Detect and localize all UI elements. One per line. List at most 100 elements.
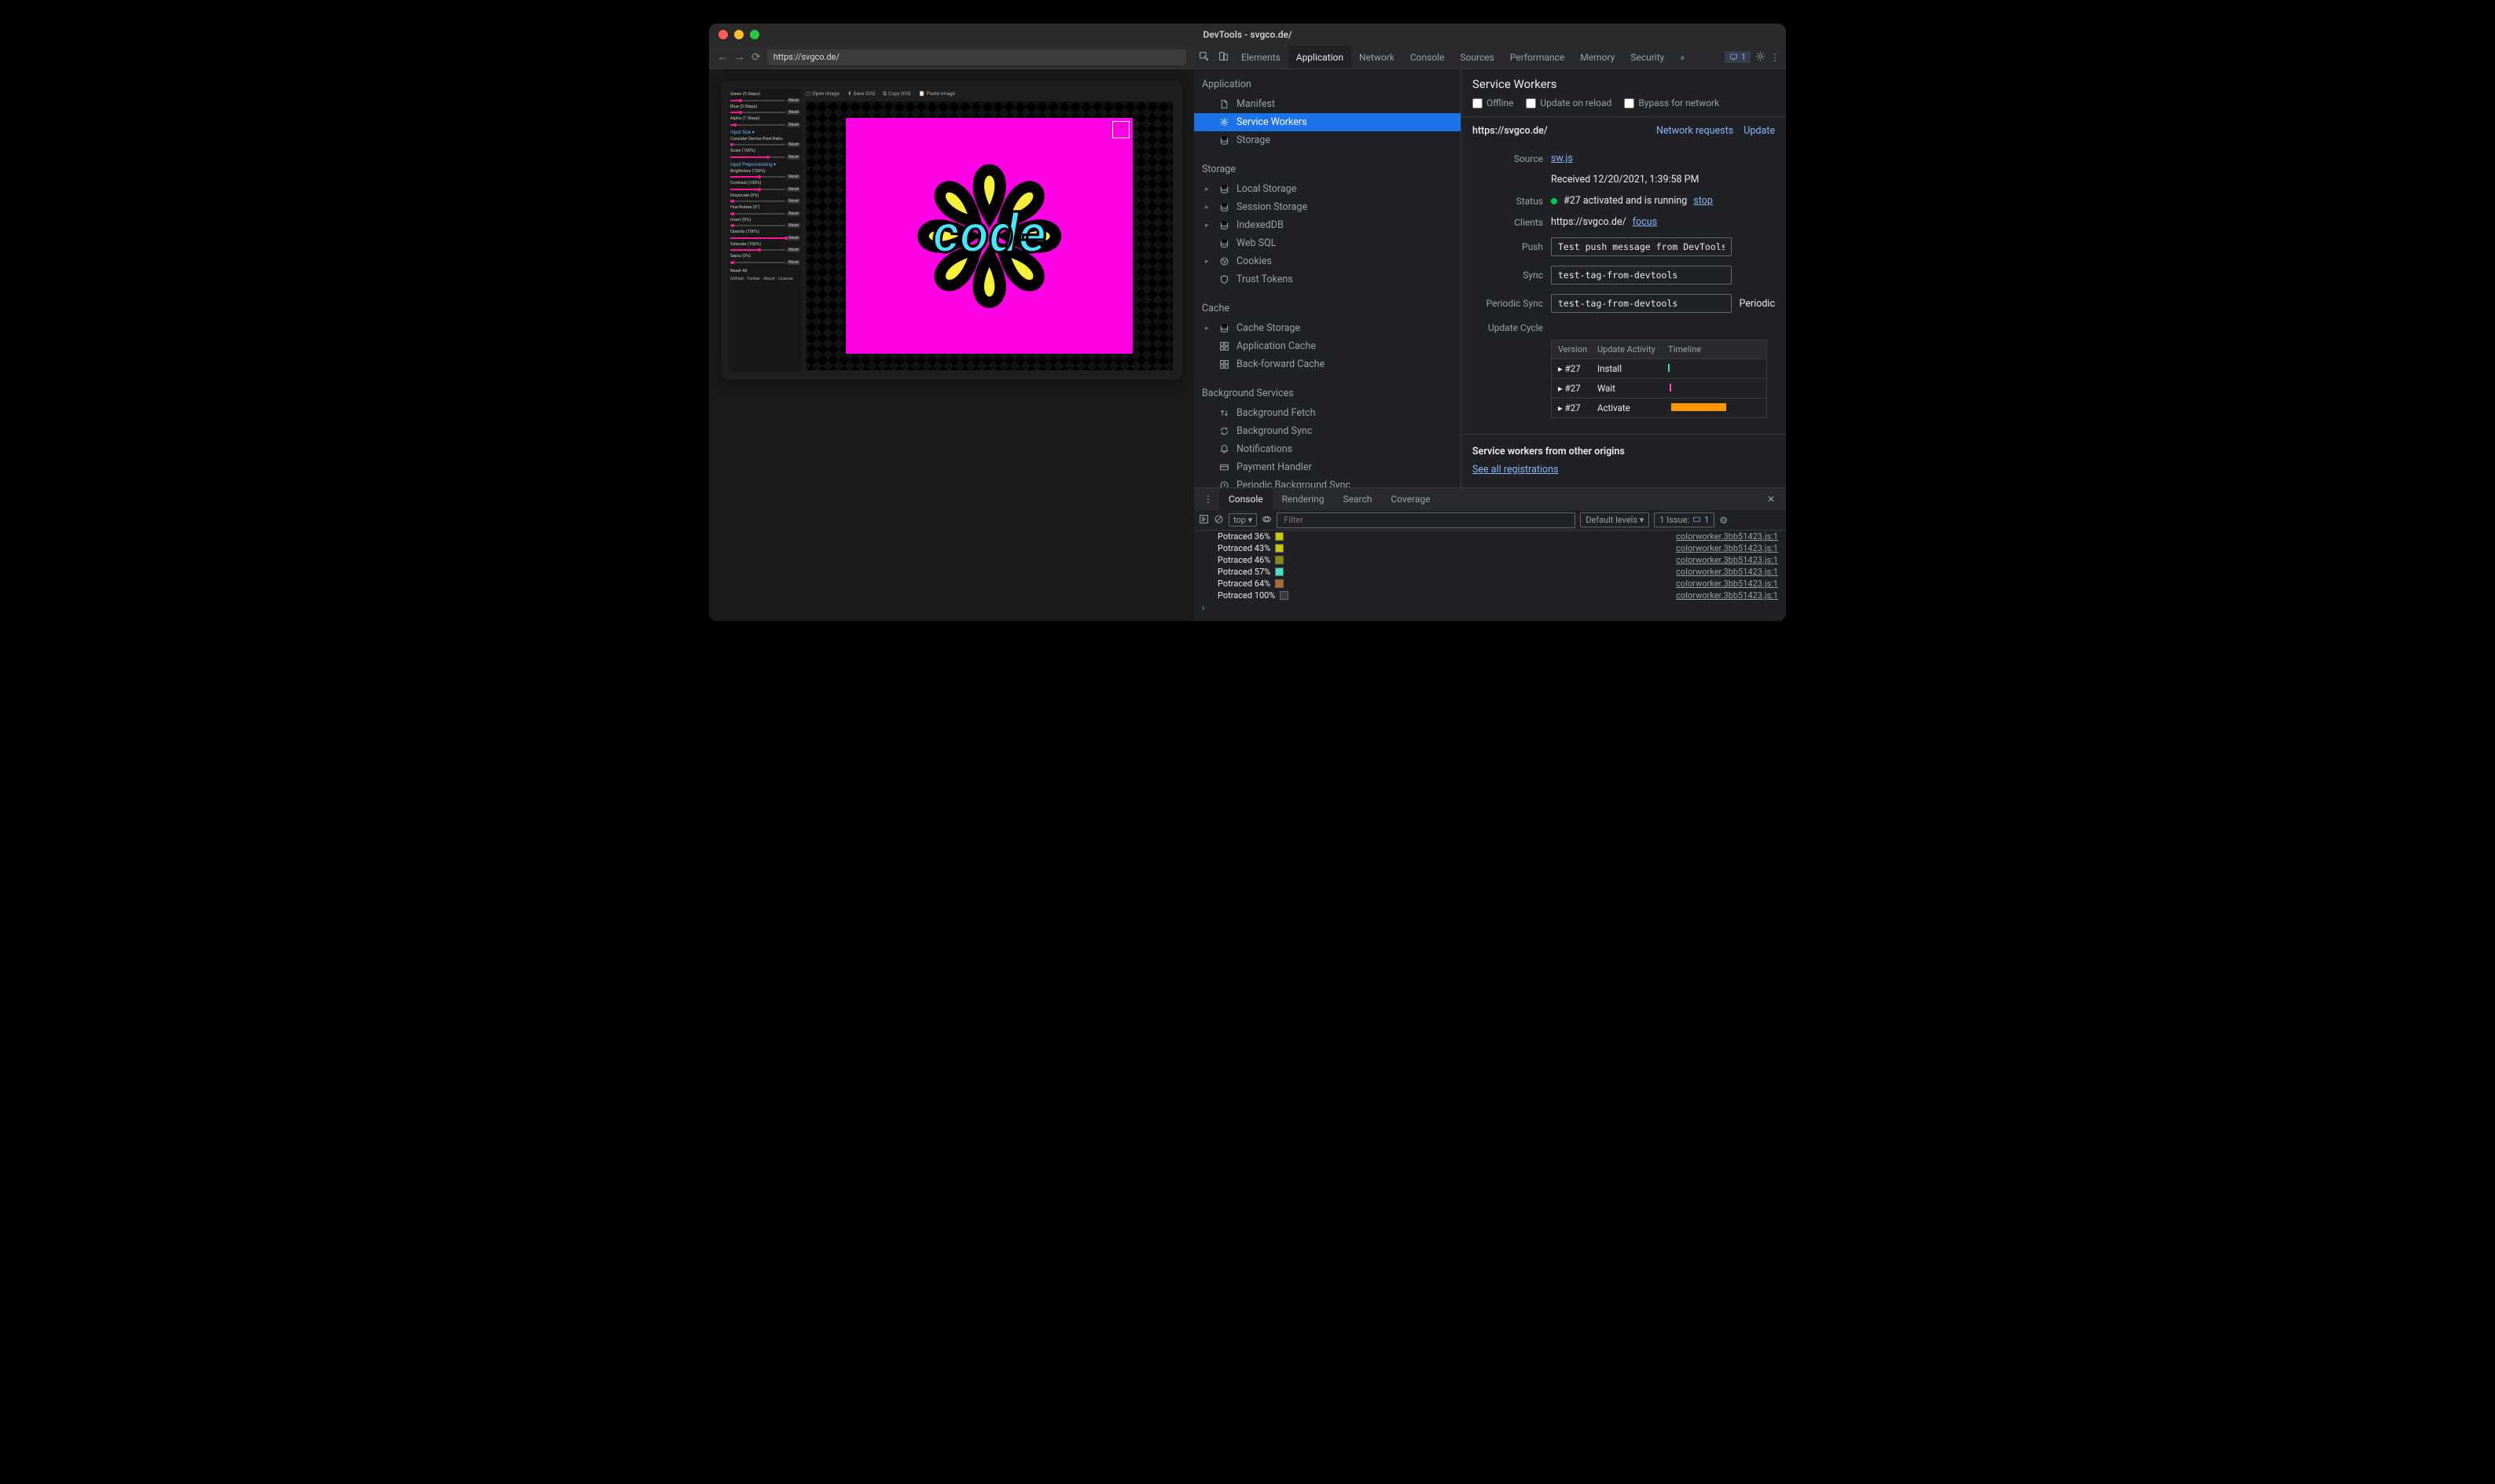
slider[interactable]: Reset bbox=[730, 155, 800, 160]
log-source-link[interactable]: colorworker.3bb51423.js:1 bbox=[1676, 543, 1778, 553]
settings-icon[interactable] bbox=[1755, 51, 1766, 64]
reset-button[interactable]: Reset bbox=[787, 199, 800, 204]
slider[interactable]: Reset bbox=[730, 123, 800, 127]
slider[interactable]: Reset bbox=[730, 174, 800, 179]
periodic-sync-input[interactable] bbox=[1551, 294, 1732, 313]
sidebar-item-local-storage[interactable]: ▸Local Storage bbox=[1194, 180, 1461, 198]
reset-button[interactable]: Reset bbox=[787, 248, 800, 252]
drawer-tab-console[interactable]: Console bbox=[1219, 488, 1273, 510]
reset-button[interactable]: Reset bbox=[787, 123, 800, 127]
sidebar-item-trust-tokens[interactable]: Trust Tokens bbox=[1194, 270, 1461, 288]
slider[interactable]: Reset bbox=[730, 236, 800, 241]
toolbar-save-svg[interactable]: ⬇ Save SVG bbox=[847, 90, 875, 97]
kebab-icon[interactable]: ⋮ bbox=[1770, 52, 1780, 63]
sidebar-item-notifications[interactable]: Notifications bbox=[1194, 440, 1461, 458]
slider[interactable]: Reset bbox=[730, 110, 800, 115]
update-link[interactable]: Update bbox=[1744, 125, 1775, 137]
forward-icon[interactable]: → bbox=[734, 50, 745, 64]
check-update-on-reload[interactable]: Update on reload bbox=[1526, 97, 1611, 108]
tab-sources[interactable]: Sources bbox=[1452, 46, 1501, 68]
sidebar-item-storage[interactable]: Storage bbox=[1194, 131, 1461, 149]
drawer-tab-coverage[interactable]: Coverage bbox=[1381, 488, 1439, 510]
tab-elements[interactable]: Elements bbox=[1233, 46, 1288, 68]
slider[interactable]: Reset bbox=[730, 260, 800, 265]
slider[interactable]: Reset bbox=[730, 211, 800, 216]
footer-links[interactable]: GitHub · Twitter · About · License bbox=[730, 277, 800, 281]
tab-network[interactable]: Network bbox=[1351, 46, 1402, 68]
console-prompt[interactable]: › bbox=[1194, 601, 1786, 615]
sidebar-item-payment-handler[interactable]: Payment Handler bbox=[1194, 458, 1461, 476]
sidebar-item-session-storage[interactable]: ▸Session Storage bbox=[1194, 198, 1461, 216]
reset-button[interactable]: Reset bbox=[787, 155, 800, 160]
inspect-icon[interactable] bbox=[1194, 51, 1214, 64]
push-input[interactable] bbox=[1551, 237, 1732, 256]
sidebar-item-indexeddb[interactable]: ▸IndexedDB bbox=[1194, 216, 1461, 234]
drawer-tab-rendering[interactable]: Rendering bbox=[1273, 488, 1334, 510]
reset-button[interactable]: Reset bbox=[787, 236, 800, 241]
reset-all-button[interactable]: Reset All bbox=[730, 269, 748, 274]
reload-icon[interactable]: ⟳ bbox=[751, 51, 761, 64]
source-link[interactable]: sw.js bbox=[1551, 152, 1573, 164]
device-icon[interactable] bbox=[1214, 51, 1233, 64]
log-levels-selector[interactable]: Default levels ▾ bbox=[1580, 512, 1649, 527]
sidebar-item-background-sync[interactable]: Background Sync bbox=[1194, 422, 1461, 440]
sidebar-item-background-fetch[interactable]: Background Fetch bbox=[1194, 404, 1461, 422]
sidebar-item-web-sql[interactable]: Web SQL bbox=[1194, 234, 1461, 252]
tab-console[interactable]: Console bbox=[1402, 46, 1453, 68]
slider[interactable]: Reset bbox=[730, 142, 800, 147]
url-bar[interactable]: https://svgco.de/ bbox=[767, 50, 1186, 65]
close-drawer-icon[interactable]: ✕ bbox=[1759, 494, 1783, 505]
sidebar-item-periodic-background-sync[interactable]: Periodic Background Sync bbox=[1194, 476, 1461, 487]
tab-security[interactable]: Security bbox=[1622, 46, 1672, 68]
slider[interactable]: Reset bbox=[730, 98, 800, 103]
drawer-tab-search[interactable]: Search bbox=[1333, 488, 1381, 510]
reset-button[interactable]: Reset bbox=[787, 110, 800, 115]
reset-button[interactable]: Reset bbox=[787, 211, 800, 216]
slider[interactable]: Reset bbox=[730, 223, 800, 228]
log-source-link[interactable]: colorworker.3bb51423.js:1 bbox=[1676, 555, 1778, 565]
toolbar-copy-svg[interactable]: ⧉ Copy SVG bbox=[883, 90, 910, 97]
reset-button[interactable]: Reset bbox=[787, 223, 800, 228]
periodic-sync-button[interactable]: Periodic bbox=[1740, 298, 1775, 310]
traffic-close-icon[interactable] bbox=[718, 30, 728, 39]
sidebar-item-service-workers[interactable]: Service Workers bbox=[1194, 113, 1461, 131]
live-expression-icon[interactable] bbox=[1262, 514, 1272, 527]
tab-memory[interactable]: Memory bbox=[1572, 46, 1622, 68]
reset-button[interactable]: Reset bbox=[787, 187, 800, 192]
network-requests-link[interactable]: Network requests bbox=[1656, 125, 1733, 137]
slider[interactable]: Reset bbox=[730, 248, 800, 252]
sidebar-item-application-cache[interactable]: Application Cache bbox=[1194, 337, 1461, 355]
issues-counter[interactable]: 1 bbox=[1725, 51, 1751, 63]
sidebar-item-cache-storage[interactable]: ▸Cache Storage bbox=[1194, 319, 1461, 337]
execute-icon[interactable] bbox=[1199, 514, 1209, 527]
reset-button[interactable]: Reset bbox=[787, 174, 800, 179]
sidebar-item-back-forward-cache[interactable]: Back-forward Cache bbox=[1194, 355, 1461, 373]
context-selector[interactable]: top ▾ bbox=[1229, 513, 1257, 527]
sync-input[interactable] bbox=[1551, 266, 1732, 285]
reset-button[interactable]: Reset bbox=[787, 142, 800, 147]
reset-button[interactable]: Reset bbox=[787, 260, 800, 265]
issues-link[interactable]: 1 Issue:1 bbox=[1654, 512, 1714, 527]
check-bypass-for-network[interactable]: Bypass for network bbox=[1624, 97, 1719, 108]
reset-button[interactable]: Reset bbox=[787, 98, 800, 103]
drawer-kebab-icon[interactable]: ⋮ bbox=[1197, 494, 1219, 505]
stop-link[interactable]: stop bbox=[1693, 195, 1713, 207]
sidebar-item-cookies[interactable]: ▸Cookies bbox=[1194, 252, 1461, 270]
log-source-link[interactable]: colorworker.3bb51423.js:1 bbox=[1676, 579, 1778, 589]
toolbar-paste-image[interactable]: 📋 Paste Image bbox=[919, 90, 955, 97]
clear-console-icon[interactable] bbox=[1214, 514, 1224, 527]
back-icon[interactable]: ← bbox=[717, 50, 728, 64]
console-settings-icon[interactable]: ⚙ bbox=[1719, 515, 1728, 526]
traffic-zoom-icon[interactable] bbox=[750, 30, 759, 39]
more-tabs-icon[interactable]: » bbox=[1672, 46, 1692, 68]
check-offline[interactable]: Offline bbox=[1472, 97, 1513, 108]
slider[interactable]: Reset bbox=[730, 199, 800, 204]
log-source-link[interactable]: colorworker.3bb51423.js:1 bbox=[1676, 531, 1778, 542]
tab-application[interactable]: Application bbox=[1288, 46, 1351, 68]
console-filter-input[interactable] bbox=[1277, 512, 1575, 528]
see-all-link[interactable]: See all registrations bbox=[1472, 464, 1559, 476]
log-source-link[interactable]: colorworker.3bb51423.js:1 bbox=[1676, 567, 1778, 577]
traffic-minimize-icon[interactable] bbox=[734, 30, 744, 39]
tab-performance[interactable]: Performance bbox=[1502, 46, 1572, 68]
toolbar-open-image[interactable]: ▢ Open Image bbox=[806, 90, 840, 97]
